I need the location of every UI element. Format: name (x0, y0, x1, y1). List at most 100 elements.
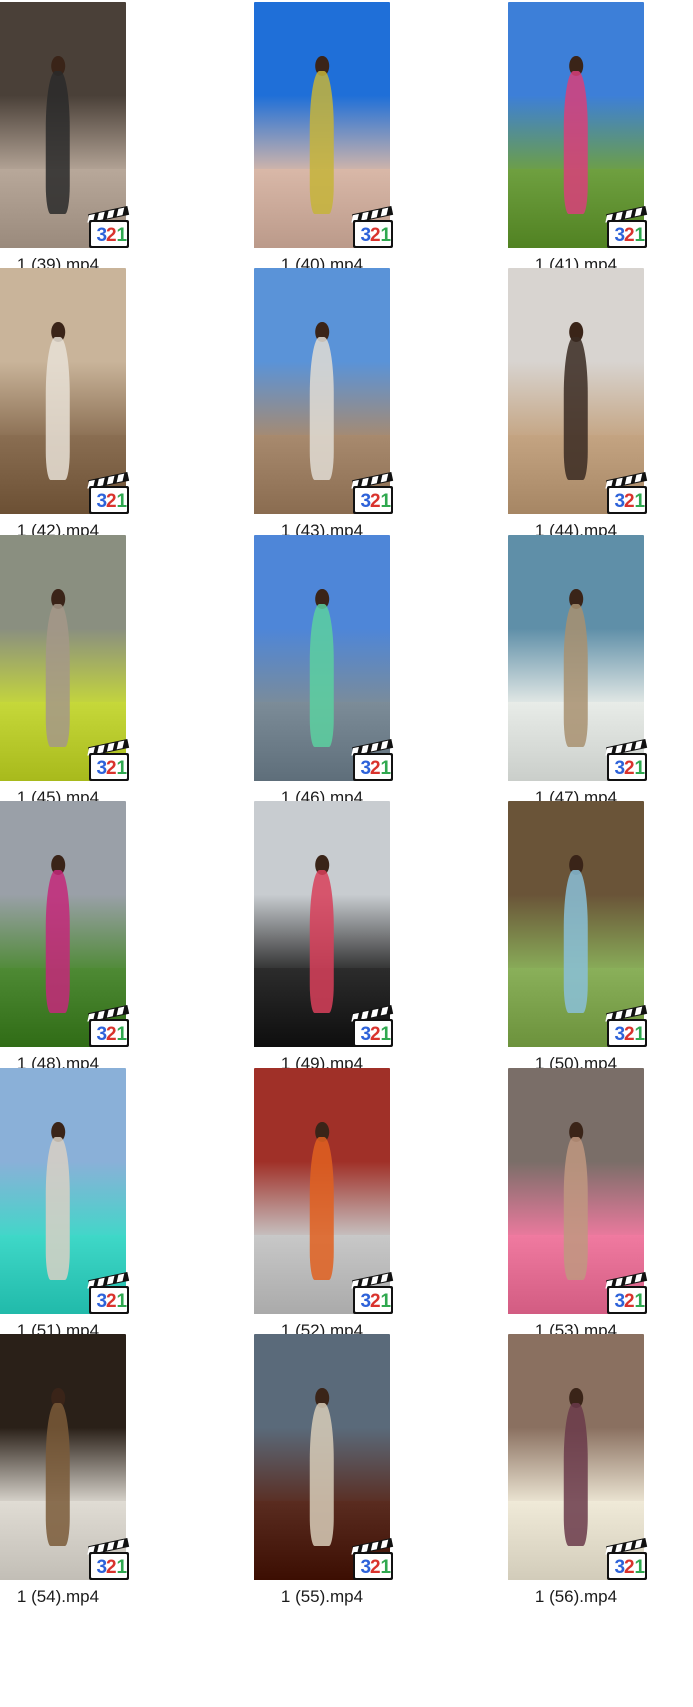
video-thumbnail[interactable]: 321 (0, 535, 130, 781)
person-figure (309, 869, 335, 1013)
video-thumbnail[interactable]: 321 (0, 1334, 130, 1580)
svg-text:1: 1 (117, 491, 128, 512)
person-figure (45, 336, 71, 480)
svg-text:1: 1 (635, 1557, 646, 1578)
video-thumbnail[interactable]: 321 (0, 1068, 130, 1314)
media-player-classic-clapperboard-icon: 32 1 (87, 739, 130, 781)
svg-text:1: 1 (635, 758, 646, 779)
svg-text:2: 2 (624, 1291, 635, 1312)
svg-text:1: 1 (381, 491, 392, 512)
video-thumbnail[interactable]: 321 (254, 1334, 394, 1580)
media-player-classic-clapperboard-icon: 32 1 (87, 1538, 130, 1580)
media-player-classic-clapperboard-icon: 32 1 (605, 206, 648, 248)
file-name[interactable]: 1 (56).mp4 (508, 1587, 644, 1607)
svg-text:2: 2 (370, 1024, 381, 1045)
file-item[interactable]: 3211 (40).mp4 (254, 0, 454, 280)
svg-text:2: 2 (370, 225, 381, 246)
svg-text:1: 1 (117, 1291, 128, 1312)
svg-text:2: 2 (624, 225, 635, 246)
file-item[interactable]: 321 1 (54).mp4 (0, 1332, 200, 1612)
svg-text:1: 1 (381, 1291, 392, 1312)
file-item[interactable]: 3211 (39).mp4 (0, 0, 200, 280)
svg-text:2: 2 (370, 1291, 381, 1312)
svg-text:1: 1 (117, 225, 128, 246)
video-thumbnail[interactable]: 321 (508, 1068, 648, 1314)
video-thumbnail[interactable]: 321 (508, 268, 648, 514)
file-item[interactable]: 321 1 (56).mp4 (508, 1332, 693, 1612)
video-thumbnail[interactable]: 321 (508, 2, 648, 248)
video-thumbnail[interactable]: 321 (508, 1334, 648, 1580)
svg-text:1: 1 (117, 1024, 128, 1045)
person-figure (309, 1136, 335, 1280)
media-player-classic-clapperboard-icon: 32 1 (351, 1538, 394, 1580)
file-item[interactable]: 3211 (50).mp4 (508, 799, 693, 1079)
media-player-classic-clapperboard-icon: 32 1 (87, 1272, 130, 1314)
svg-text:2: 2 (106, 1291, 117, 1312)
person-figure (563, 336, 589, 480)
media-player-classic-clapperboard-icon: 32 1 (87, 472, 130, 514)
file-item[interactable]: 3211 (42).mp4 (0, 266, 200, 546)
svg-text:1: 1 (381, 225, 392, 246)
person-figure (563, 869, 589, 1013)
file-name[interactable]: 1 (54).mp4 (0, 1587, 126, 1607)
person-figure (309, 336, 335, 480)
file-item[interactable]: 3211 (47).mp4 (508, 533, 693, 813)
person-figure (309, 1402, 335, 1546)
svg-text:2: 2 (106, 491, 117, 512)
person-figure (45, 70, 71, 214)
video-thumbnail[interactable]: 321 (254, 268, 394, 514)
svg-text:2: 2 (370, 491, 381, 512)
media-player-classic-clapperboard-icon: 32 1 (605, 1005, 648, 1047)
person-figure (45, 869, 71, 1013)
video-thumbnail[interactable]: 321 (508, 801, 648, 1047)
media-player-classic-clapperboard-icon: 32 1 (605, 1538, 648, 1580)
svg-text:1: 1 (635, 225, 646, 246)
media-player-classic-clapperboard-icon: 32 1 (605, 1272, 648, 1314)
video-thumbnail[interactable]: 321 (254, 1068, 394, 1314)
media-player-classic-clapperboard-icon: 32 1 (87, 206, 130, 248)
video-thumbnail[interactable]: 321 (254, 535, 394, 781)
svg-text:2: 2 (624, 758, 635, 779)
media-player-classic-clapperboard-icon: 32 1 (351, 1272, 394, 1314)
file-item[interactable]: 3211 (45).mp4 (0, 533, 200, 813)
person-figure (45, 1136, 71, 1280)
svg-text:2: 2 (370, 758, 381, 779)
file-item[interactable]: 3211 (43).mp4 (254, 266, 454, 546)
svg-text:2: 2 (106, 1024, 117, 1045)
file-item[interactable]: 3211 (53).mp4 (508, 1066, 693, 1346)
svg-text:2: 2 (106, 758, 117, 779)
file-item[interactable]: 3211 (44).mp4 (508, 266, 693, 546)
svg-text:2: 2 (624, 491, 635, 512)
media-player-classic-clapperboard-icon: 32 1 (605, 739, 648, 781)
file-item[interactable]: 3211 (41).mp4 (508, 0, 693, 280)
svg-text:1: 1 (381, 1557, 392, 1578)
video-thumbnail[interactable]: 321 (0, 2, 130, 248)
person-figure (563, 1402, 589, 1546)
media-player-classic-clapperboard-icon: 32 1 (351, 472, 394, 514)
file-item[interactable]: 3211 (46).mp4 (254, 533, 454, 813)
svg-text:1: 1 (381, 1024, 392, 1045)
svg-text:1: 1 (381, 758, 392, 779)
svg-text:2: 2 (106, 1557, 117, 1578)
file-item[interactable]: 3211 (52).mp4 (254, 1066, 454, 1346)
person-figure (563, 70, 589, 214)
svg-text:2: 2 (624, 1024, 635, 1045)
svg-text:1: 1 (635, 491, 646, 512)
person-figure (309, 70, 335, 214)
video-thumbnail[interactable]: 321 (508, 535, 648, 781)
file-item[interactable]: 3211 (51).mp4 (0, 1066, 200, 1346)
file-item[interactable]: 321 1 (55).mp4 (254, 1332, 454, 1612)
media-player-classic-clapperboard-icon: 32 1 (87, 1005, 130, 1047)
person-figure (45, 603, 71, 747)
video-thumbnail[interactable]: 321 (0, 801, 130, 1047)
svg-text:2: 2 (370, 1557, 381, 1578)
file-name[interactable]: 1 (55).mp4 (254, 1587, 390, 1607)
file-item[interactable]: 3211 (49).mp4 (254, 799, 454, 1079)
video-thumbnail[interactable]: 321 (0, 268, 130, 514)
file-item[interactable]: 3211 (48).mp4 (0, 799, 200, 1079)
svg-text:1: 1 (117, 1557, 128, 1578)
svg-text:1: 1 (635, 1291, 646, 1312)
video-thumbnail[interactable]: 321 (254, 801, 394, 1047)
video-thumbnail[interactable]: 321 (254, 2, 394, 248)
media-player-classic-clapperboard-icon: 32 1 (605, 472, 648, 514)
